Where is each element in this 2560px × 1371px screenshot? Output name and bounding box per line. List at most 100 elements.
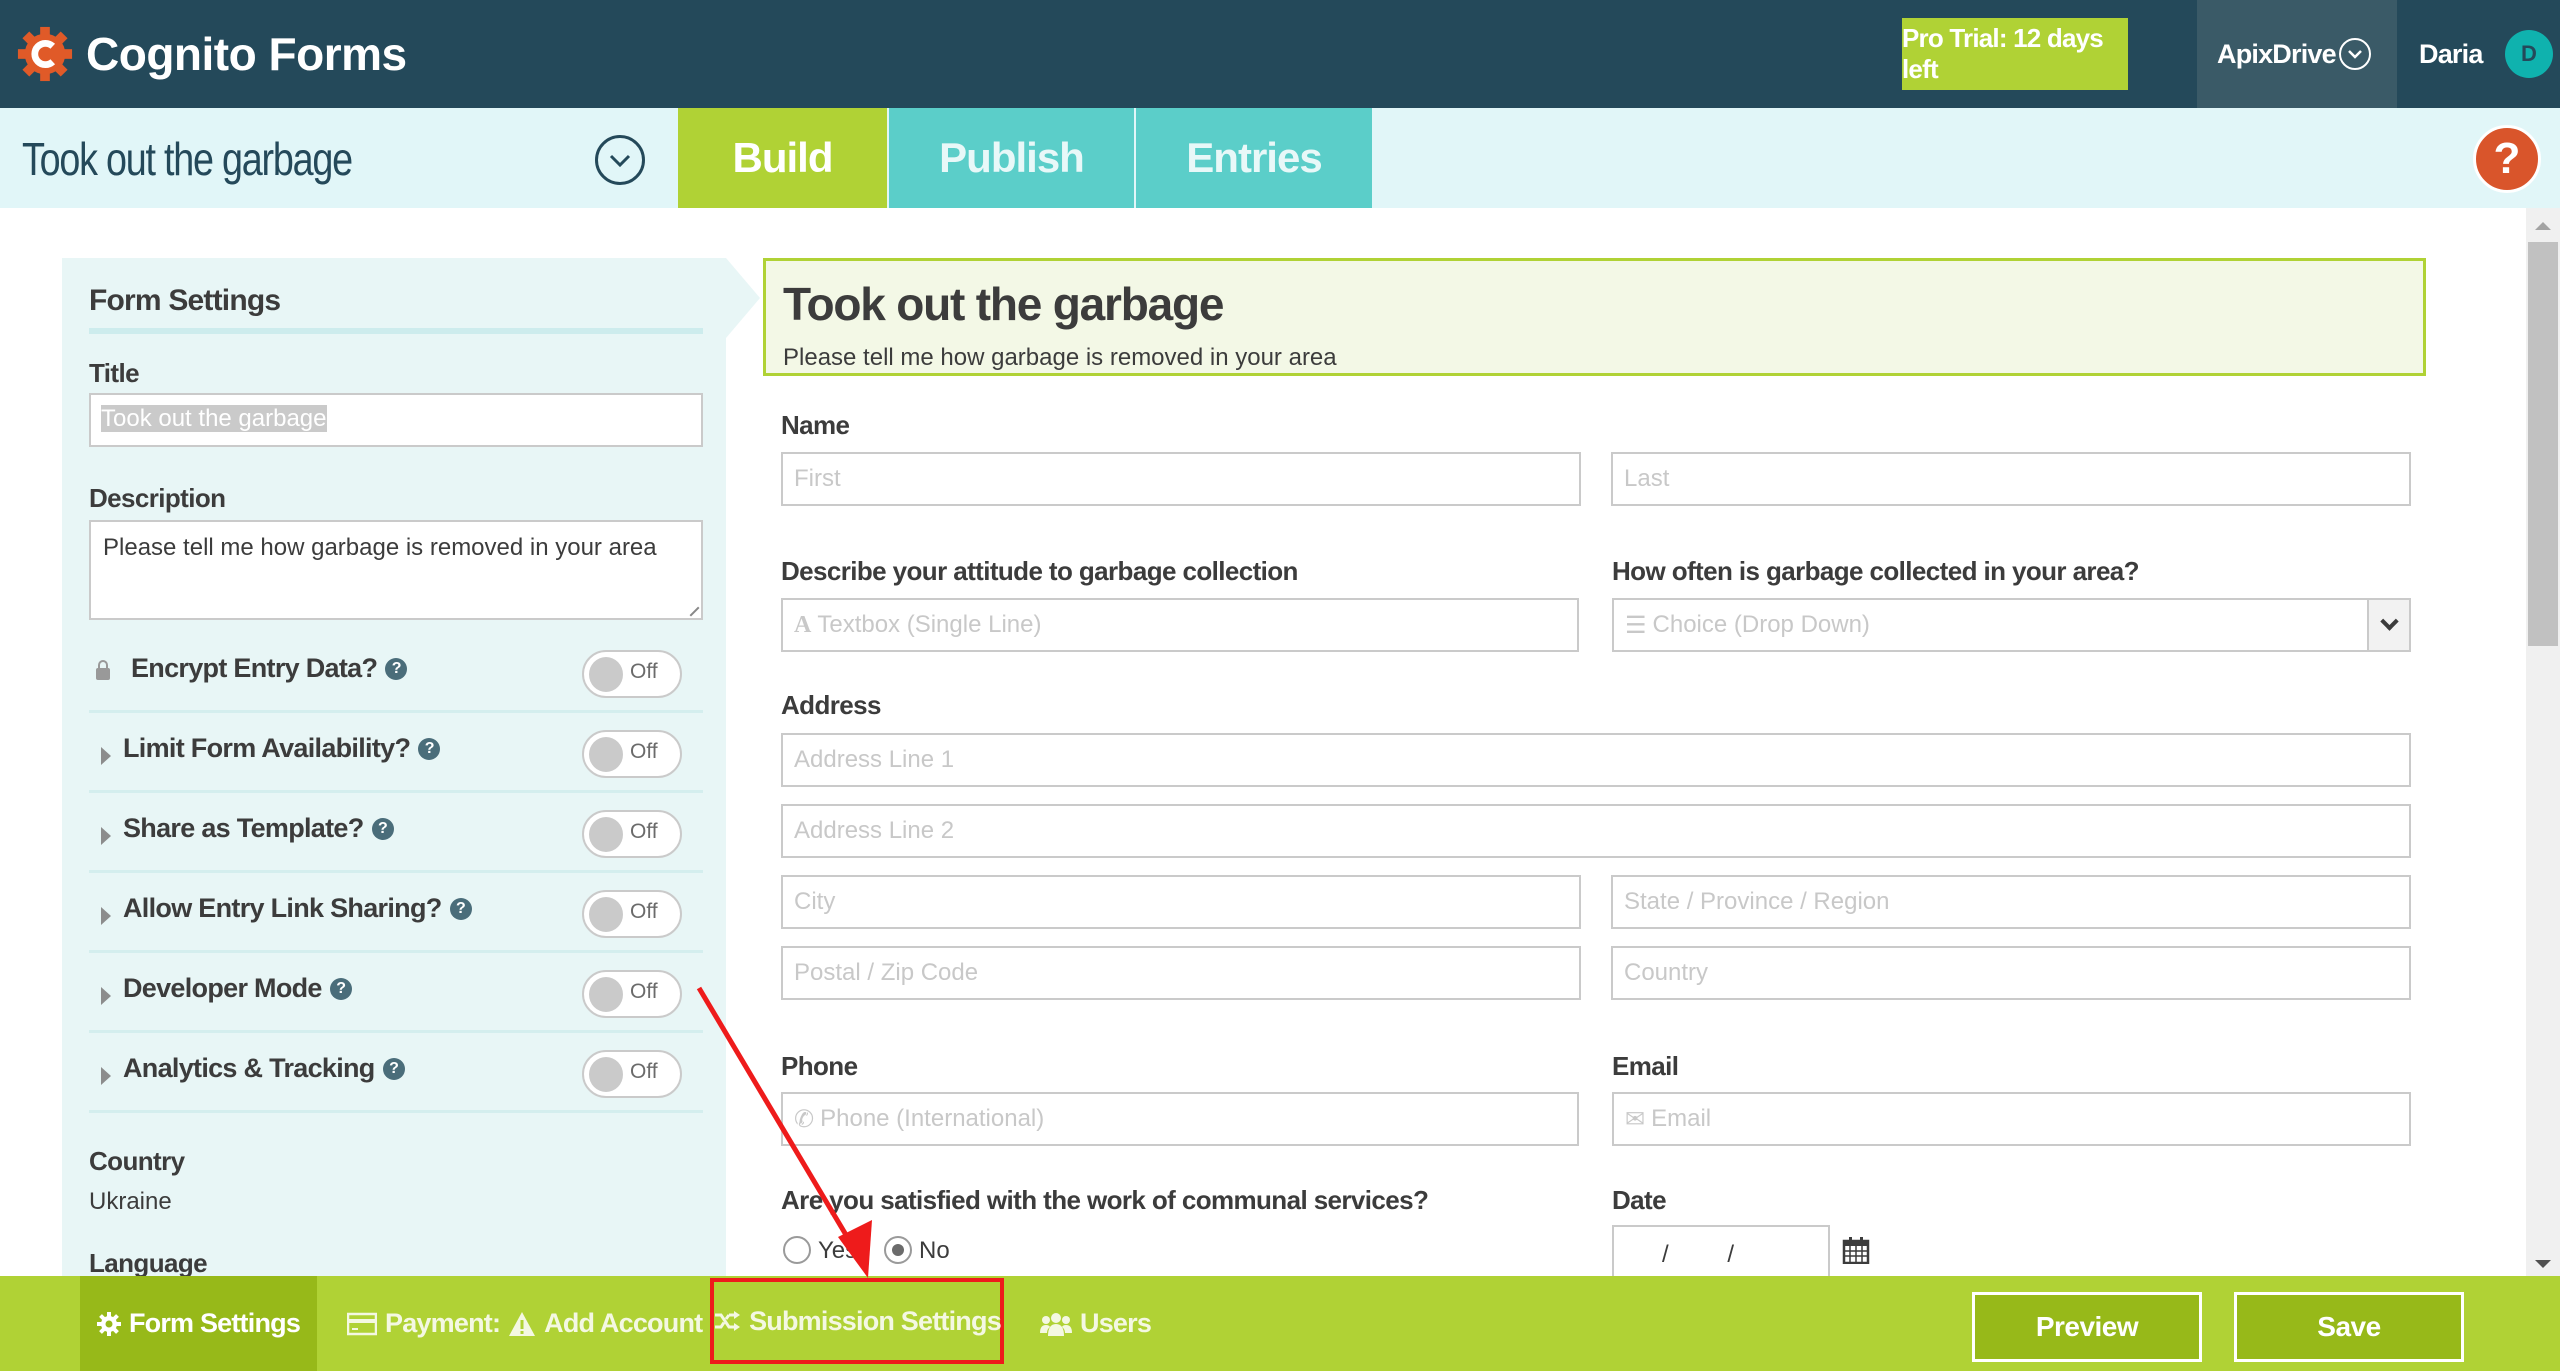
attitude-label: Describe your attitude to garbage collec…	[781, 556, 1298, 586]
bottom-tab-label: Submission Settings	[749, 1305, 1002, 1336]
resize-handle-icon[interactable]	[682, 599, 700, 617]
toggle-label: Encrypt Entry Data??	[131, 653, 408, 684]
envelope-icon: ✉	[1625, 1105, 1646, 1133]
chevron-down-icon	[2339, 38, 2371, 70]
help-question-icon[interactable]: ?	[418, 737, 441, 760]
toggle-knob	[589, 657, 623, 692]
frequency-dropdown[interactable]: ☰ Choice (Drop Down)	[1612, 598, 2411, 652]
dropdown-toggle[interactable]	[2367, 600, 2409, 650]
attitude-textbox[interactable]: A Textbox (Single Line)	[781, 598, 1579, 652]
description-textarea[interactable]: Please tell me how garbage is removed in…	[89, 520, 703, 620]
toggle-state: Off	[630, 660, 658, 683]
caret-right-icon[interactable]	[101, 907, 111, 925]
tab-publish[interactable]: Publish	[889, 108, 1134, 208]
brand-name: Cognito Forms	[86, 28, 407, 80]
help-question-icon[interactable]: ?	[329, 977, 352, 1000]
bottom-tab-payment[interactable]: Payment: Add Account	[347, 1276, 703, 1371]
phone-label: Phone	[781, 1051, 858, 1081]
caret-right-icon[interactable]	[101, 827, 111, 845]
postal-code-input[interactable]: Postal / Zip Code	[781, 946, 1581, 1000]
bottom-tab-form-settings[interactable]: Form Settings	[80, 1276, 317, 1371]
cognito-gear-icon	[17, 26, 73, 82]
entry-link-sharing-toggle[interactable]: Off	[582, 890, 682, 938]
limit-availability-toggle[interactable]: Off	[582, 730, 682, 778]
address-line2-input[interactable]: Address Line 2	[781, 804, 2411, 858]
state-input[interactable]: State / Province / Region	[1611, 875, 2411, 929]
country-value[interactable]: Ukraine	[89, 1188, 703, 1216]
toggle-knob	[589, 737, 623, 772]
toggle-label: Allow Entry Link Sharing??	[123, 893, 472, 924]
lock-icon	[96, 660, 110, 680]
bottom-tab-submission-settings[interactable]: Submission Settings	[710, 1278, 1004, 1364]
trial-badge[interactable]: Pro Trial: 12 days left	[1902, 18, 2128, 90]
calendar-icon[interactable]	[1842, 1236, 1870, 1264]
radio-yes-label[interactable]: Yes	[818, 1237, 857, 1265]
warning-icon	[508, 1311, 536, 1337]
country-label: Country	[89, 1146, 185, 1176]
satisfied-label: Are you satisfied with the work of commu…	[781, 1185, 1429, 1215]
scroll-up-arrow-icon[interactable]	[2535, 222, 2551, 230]
credit-card-icon	[347, 1312, 377, 1336]
first-name-input[interactable]: First	[781, 452, 1581, 506]
list-icon: ☰	[1625, 611, 1647, 639]
help-icon[interactable]: ?	[2473, 125, 2541, 193]
tab-build[interactable]: Build	[678, 108, 887, 208]
address-line1-input[interactable]: Address Line 1	[781, 733, 2411, 787]
shuffle-icon	[713, 1309, 741, 1333]
radio-yes[interactable]	[783, 1236, 811, 1264]
language-label: Language	[89, 1248, 208, 1278]
caret-right-icon[interactable]	[101, 747, 111, 765]
toggle-label: Limit Form Availability??	[123, 733, 441, 764]
toggle-row-limit-availability[interactable]: Limit Form Availability?? Off	[89, 713, 703, 793]
analytics-toggle[interactable]: Off	[582, 1050, 682, 1098]
user-menu[interactable]: Daria D	[2419, 0, 2553, 108]
help-question-icon[interactable]: ?	[382, 1057, 405, 1080]
form-header-block[interactable]: Took out the garbage Please tell me how …	[763, 258, 2426, 376]
gear-icon	[96, 1311, 121, 1336]
scrollbar-thumb[interactable]	[2528, 242, 2558, 646]
phone-icon: ✆	[794, 1105, 815, 1133]
form-description: Please tell me how garbage is removed in…	[783, 344, 1337, 371]
help-question-icon[interactable]: ?	[449, 897, 472, 920]
share-template-toggle[interactable]: Off	[582, 810, 682, 858]
toggle-row-developer-mode[interactable]: Developer Mode? Off	[89, 953, 703, 1033]
save-button[interactable]: Save	[2234, 1292, 2464, 1362]
bottom-tab-label: Payment:	[385, 1308, 501, 1338]
vertical-scrollbar[interactable]	[2526, 208, 2560, 1276]
frequency-label: How often is garbage collected in your a…	[1612, 556, 2140, 586]
organization-menu[interactable]: ApixDrive	[2197, 0, 2397, 108]
country-input[interactable]: Country	[1611, 946, 2411, 1000]
toggle-state: Off	[630, 900, 658, 923]
form-switcher-chevron-icon[interactable]	[595, 135, 645, 185]
radio-no-label[interactable]: No	[919, 1237, 950, 1265]
toggle-label: Developer Mode?	[123, 973, 352, 1004]
title-input-value: Took out the garbage	[101, 405, 327, 432]
description-value: Please tell me how garbage is removed in…	[103, 534, 657, 561]
help-question-icon[interactable]: ?	[371, 817, 394, 840]
brand-logo[interactable]: Cognito Forms	[16, 22, 407, 86]
developer-mode-toggle[interactable]: Off	[582, 970, 682, 1018]
date-label: Date	[1612, 1185, 1667, 1215]
bottom-tab-users[interactable]: Users	[1040, 1276, 1152, 1371]
caret-right-icon[interactable]	[101, 1067, 111, 1085]
radio-no[interactable]	[884, 1236, 912, 1264]
caret-right-icon[interactable]	[101, 987, 111, 1005]
toggle-knob	[589, 817, 623, 852]
help-question-icon[interactable]: ?	[385, 657, 408, 680]
city-input[interactable]: City	[781, 875, 1581, 929]
toggle-row-analytics[interactable]: Analytics & Tracking? Off	[89, 1033, 703, 1113]
toggle-row-entry-link-sharing[interactable]: Allow Entry Link Sharing?? Off	[89, 873, 703, 953]
toggle-state: Off	[630, 1060, 658, 1083]
last-name-input[interactable]: Last	[1611, 452, 2411, 506]
email-input[interactable]: ✉ Email	[1612, 1092, 2411, 1146]
toggle-knob	[589, 1057, 623, 1092]
phone-input[interactable]: ✆ Phone (International)	[781, 1092, 1579, 1146]
title-input[interactable]: Took out the garbage	[89, 393, 703, 447]
preview-button[interactable]: Preview	[1972, 1292, 2202, 1362]
toggle-state: Off	[630, 740, 658, 763]
toggle-row-share-template[interactable]: Share as Template?? Off	[89, 793, 703, 873]
encrypt-toggle[interactable]: Off	[582, 650, 682, 698]
toggle-knob	[589, 977, 623, 1012]
tab-entries[interactable]: Entries	[1136, 108, 1372, 208]
scroll-down-arrow-icon[interactable]	[2535, 1260, 2551, 1268]
